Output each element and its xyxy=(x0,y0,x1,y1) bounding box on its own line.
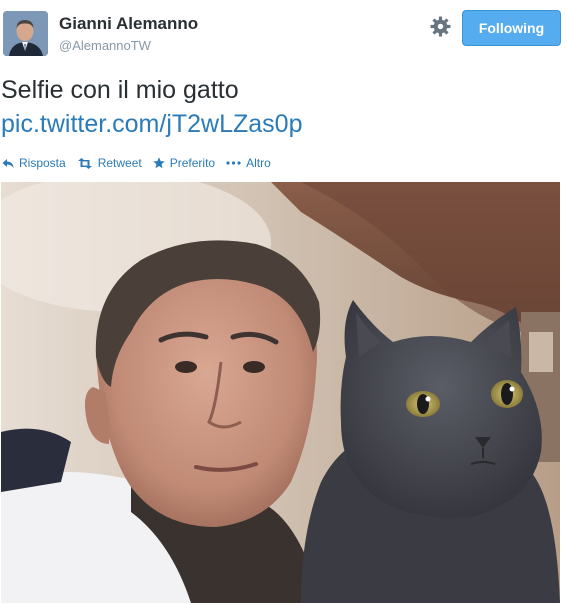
tweet-text: Selfie con il mio gatto xyxy=(1,76,239,104)
reply-label: Risposta xyxy=(19,156,66,170)
avatar-image xyxy=(3,11,48,56)
tweet-actions: Risposta Retweet Preferito Altro xyxy=(0,154,271,172)
reply-arrow-icon xyxy=(2,158,14,168)
retweet-icon xyxy=(77,157,92,169)
selfie-photo xyxy=(1,182,560,603)
tweet-card: Gianni Alemanno @AlemannoTW Following Se… xyxy=(0,0,567,603)
more-label: Altro xyxy=(246,156,271,170)
star-icon xyxy=(153,157,165,169)
avatar[interactable] xyxy=(3,11,48,56)
user-handle[interactable]: @AlemannoTW xyxy=(59,38,151,53)
favorite-label: Preferito xyxy=(169,156,216,170)
retweet-action[interactable]: Retweet xyxy=(77,156,142,170)
user-name[interactable]: Gianni Alemanno xyxy=(59,14,198,34)
tweet-photo[interactable] xyxy=(1,182,560,603)
more-action[interactable]: Altro xyxy=(226,156,271,170)
favorite-action[interactable]: Preferito xyxy=(153,156,215,170)
ellipsis-icon xyxy=(226,161,241,165)
tweet-media-link[interactable]: pic.twitter.com/jT2wLZas0p xyxy=(1,108,303,140)
reply-action[interactable]: Risposta xyxy=(2,156,66,170)
following-button[interactable]: Following xyxy=(462,10,561,46)
gear-icon[interactable] xyxy=(430,16,451,37)
retweet-label: Retweet xyxy=(97,156,142,170)
